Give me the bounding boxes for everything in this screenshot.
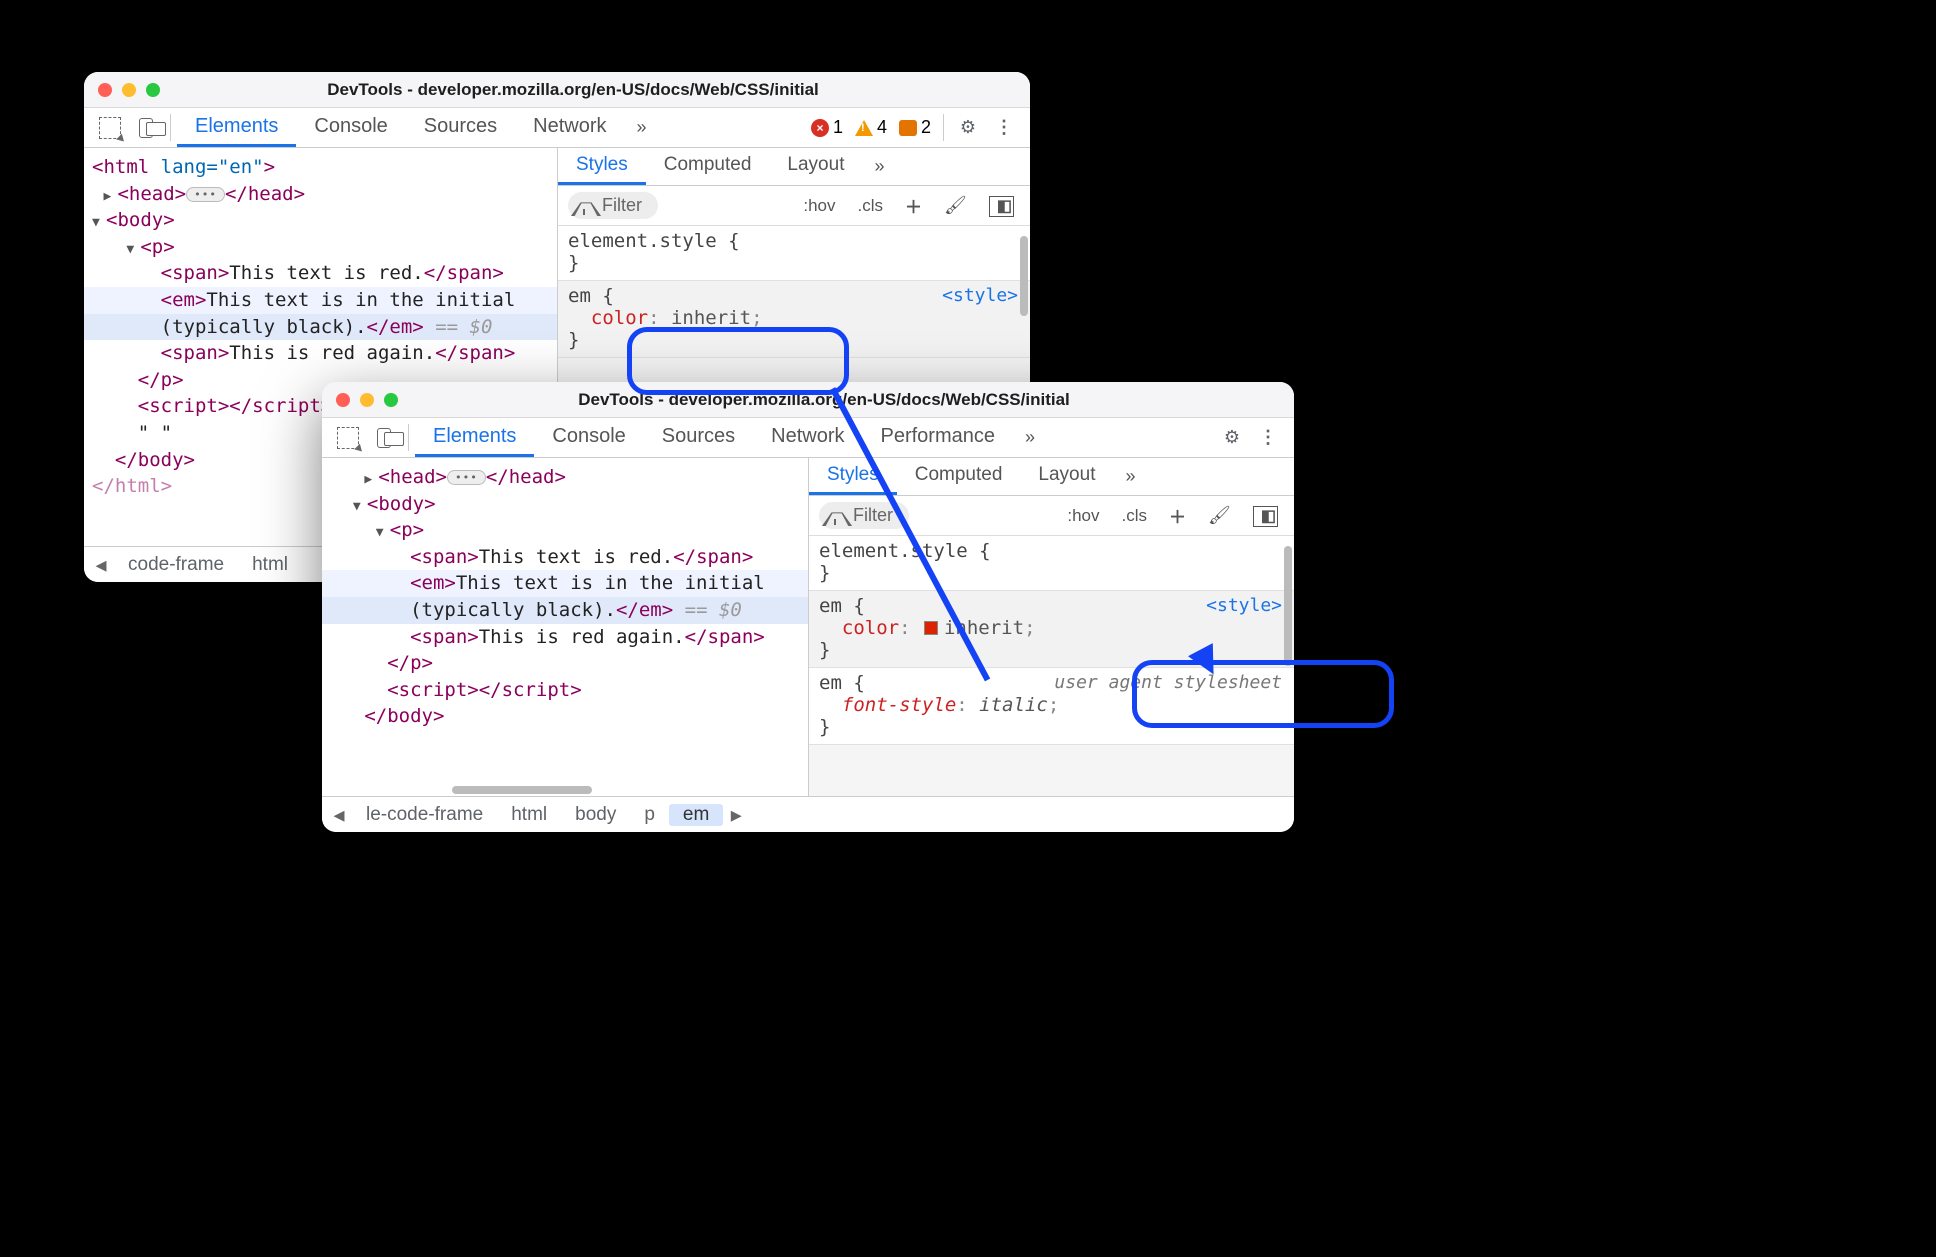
rule-em[interactable]: <style> em { color: inherit; } bbox=[558, 281, 1030, 358]
devtools-window-2: DevTools - developer.mozilla.org/en-US/d… bbox=[322, 382, 1294, 832]
tabs-overflow-icon[interactable]: » bbox=[1113, 458, 1147, 495]
crumb-item-active[interactable]: em bbox=[669, 804, 723, 826]
rule-element-style[interactable]: element.style { } bbox=[809, 536, 1294, 591]
funnel-icon bbox=[829, 510, 845, 522]
tab-console[interactable]: Console bbox=[296, 108, 405, 147]
minimize-icon[interactable] bbox=[360, 393, 374, 407]
minimize-icon[interactable] bbox=[122, 83, 136, 97]
issue-count[interactable]: 2 bbox=[893, 108, 937, 147]
expand-icon[interactable]: ▶ bbox=[103, 188, 117, 206]
brush-icon[interactable]: 🖌 bbox=[1202, 505, 1237, 526]
gear-icon[interactable] bbox=[950, 108, 986, 147]
rule-element-style[interactable]: element.style { } bbox=[558, 226, 1030, 281]
crumb-item[interactable]: html bbox=[497, 804, 561, 826]
tab-elements[interactable]: Elements bbox=[177, 108, 296, 147]
collapse-icon[interactable]: ▼ bbox=[376, 524, 390, 542]
selected-dom-node[interactable]: (typically black).</em> == $0 bbox=[84, 314, 557, 341]
main-toolbar: Elements Console Sources Network » ×1 4 … bbox=[84, 108, 1030, 148]
color-swatch-icon[interactable] bbox=[924, 621, 938, 635]
zoom-icon[interactable] bbox=[146, 83, 160, 97]
titlebar: DevTools - developer.mozilla.org/en-US/d… bbox=[84, 72, 1030, 108]
main-toolbar: Elements Console Sources Network Perform… bbox=[322, 418, 1294, 458]
collapse-icon[interactable]: ▼ bbox=[92, 214, 106, 232]
tab-computed[interactable]: Computed bbox=[646, 148, 770, 185]
window-title: DevTools - developer.mozilla.org/en-US/d… bbox=[170, 80, 1016, 100]
tab-styles[interactable]: Styles bbox=[558, 148, 646, 185]
tab-console[interactable]: Console bbox=[534, 418, 643, 457]
collapse-icon[interactable]: ▼ bbox=[353, 498, 367, 516]
crumb-item[interactable]: le-code-frame bbox=[352, 804, 497, 826]
crumb-item[interactable]: p bbox=[630, 804, 669, 826]
close-icon[interactable] bbox=[336, 393, 350, 407]
hov-button[interactable]: :hov bbox=[1061, 506, 1105, 526]
tab-network[interactable]: Network bbox=[753, 418, 862, 457]
gear-icon[interactable] bbox=[1214, 418, 1250, 457]
styles-tabs: Styles Computed Layout » bbox=[558, 148, 1030, 186]
brush-icon[interactable]: 🖌 bbox=[938, 195, 973, 216]
expand-icon[interactable]: ▶ bbox=[364, 471, 378, 489]
device-toggle-icon[interactable] bbox=[128, 108, 164, 147]
divider bbox=[170, 114, 171, 141]
error-count[interactable]: ×1 bbox=[805, 108, 849, 147]
panel-toggle-icon[interactable]: ◧ bbox=[983, 196, 1020, 216]
warning-count[interactable]: 4 bbox=[849, 108, 893, 147]
window-controls bbox=[336, 393, 398, 407]
menu-icon[interactable] bbox=[986, 108, 1022, 147]
ua-stylesheet-label: user agent stylesheet bbox=[1054, 672, 1282, 693]
rule-em[interactable]: <style> em { color: inherit; } bbox=[809, 591, 1294, 668]
window-controls bbox=[98, 83, 160, 97]
zoom-icon[interactable] bbox=[384, 393, 398, 407]
new-rule-icon[interactable] bbox=[1163, 503, 1192, 528]
tabs-overflow-icon[interactable]: » bbox=[862, 148, 896, 185]
tabs-overflow-icon[interactable]: » bbox=[625, 108, 659, 147]
ellipsis-icon[interactable]: ••• bbox=[447, 470, 486, 485]
styles-filter-bar: Filter :hov .cls 🖌 ◧ bbox=[558, 186, 1030, 226]
crumb-item[interactable]: code-frame bbox=[114, 554, 238, 576]
menu-icon[interactable] bbox=[1250, 418, 1286, 457]
titlebar: DevTools - developer.mozilla.org/en-US/d… bbox=[322, 382, 1294, 418]
tab-sources[interactable]: Sources bbox=[406, 108, 515, 147]
scrollbar[interactable] bbox=[452, 786, 592, 794]
ellipsis-icon[interactable]: ••• bbox=[186, 187, 225, 202]
inspect-icon[interactable] bbox=[330, 418, 366, 457]
tab-network[interactable]: Network bbox=[515, 108, 624, 147]
filter-input[interactable]: Filter bbox=[568, 192, 658, 219]
device-toggle-icon[interactable] bbox=[366, 418, 402, 457]
crumb-item[interactable]: body bbox=[561, 804, 630, 826]
cls-button[interactable]: .cls bbox=[1116, 506, 1154, 526]
tab-sources[interactable]: Sources bbox=[644, 418, 753, 457]
new-rule-icon[interactable] bbox=[899, 193, 928, 218]
styles-filter-bar: Filter :hov .cls 🖌 ◧ bbox=[809, 496, 1294, 536]
tab-layout[interactable]: Layout bbox=[1020, 458, 1113, 495]
divider bbox=[943, 114, 944, 141]
rule-em-ua[interactable]: user agent stylesheet em { font-style: i… bbox=[809, 668, 1294, 745]
cls-button[interactable]: .cls bbox=[852, 196, 890, 216]
crumb-prev-icon[interactable]: ◂ bbox=[88, 552, 114, 578]
tab-elements[interactable]: Elements bbox=[415, 418, 534, 457]
scrollbar[interactable] bbox=[1020, 236, 1028, 316]
tab-performance[interactable]: Performance bbox=[863, 418, 1014, 457]
panel-toggle-icon[interactable]: ◧ bbox=[1247, 506, 1284, 526]
breadcrumb: ◂ le-code-frame html body p em ▸ bbox=[322, 796, 1294, 832]
collapse-icon[interactable]: ▼ bbox=[126, 241, 140, 259]
crumb-prev-icon[interactable]: ◂ bbox=[326, 802, 352, 828]
hov-button[interactable]: :hov bbox=[797, 196, 841, 216]
selected-dom-node[interactable]: (typically black).</em> == $0 bbox=[322, 597, 808, 624]
tab-computed[interactable]: Computed bbox=[897, 458, 1021, 495]
dom-tree[interactable]: ▶<head>•••</head> ▼<body> ▼<p> <span>Thi… bbox=[322, 458, 808, 796]
divider bbox=[408, 424, 409, 451]
close-icon[interactable] bbox=[98, 83, 112, 97]
tab-layout[interactable]: Layout bbox=[769, 148, 862, 185]
funnel-icon bbox=[578, 200, 594, 212]
styles-pane: Styles Computed Layout » Filter :hov .cl… bbox=[808, 458, 1294, 796]
crumb-item[interactable]: html bbox=[238, 554, 302, 576]
tabs-overflow-icon[interactable]: » bbox=[1013, 418, 1047, 457]
inspect-icon[interactable] bbox=[92, 108, 128, 147]
stylesheet-link[interactable]: <style> bbox=[942, 285, 1018, 306]
crumb-next-icon[interactable]: ▸ bbox=[723, 802, 749, 828]
stylesheet-link[interactable]: <style> bbox=[1206, 595, 1282, 616]
scrollbar[interactable] bbox=[1284, 546, 1292, 666]
